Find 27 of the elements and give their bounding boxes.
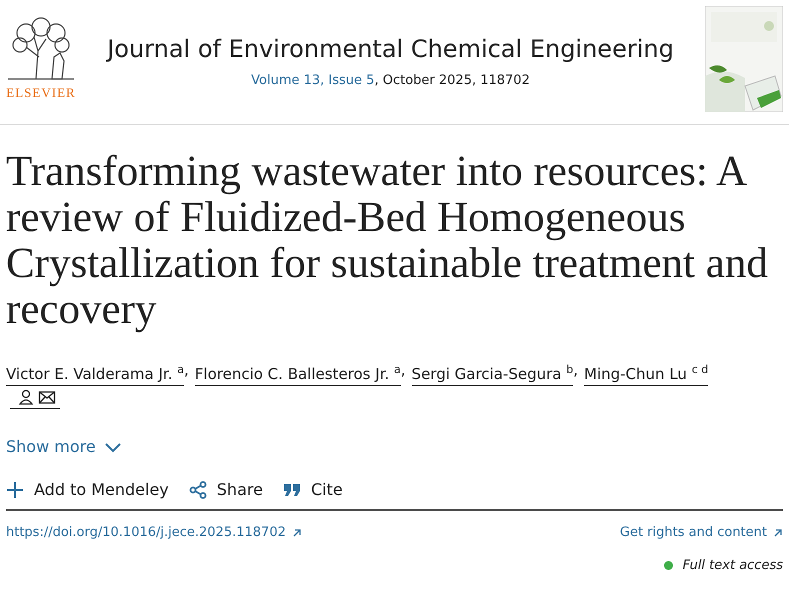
rights-link[interactable]: Get rights and content — [620, 525, 783, 540]
issue-link[interactable]: Volume 13, Issue 5 — [251, 72, 374, 88]
show-more-button[interactable]: Show more — [6, 437, 122, 456]
plus-icon — [6, 480, 24, 498]
separator: , — [573, 360, 578, 381]
article-title: Transforming wastewater into resources: A review of Fluidized-Bed Homogeneous Crystallization for sustainable treatment and recovery — [6, 149, 769, 333]
author-link[interactable]: Ming-Chun Lu $^{c d}$ — [584, 359, 708, 386]
share-icon — [188, 480, 207, 498]
journal-title[interactable]: Journal of Environmental Chemical Engineering — [107, 34, 674, 62]
person-icon — [18, 389, 34, 405]
action-button[interactable]: Share — [188, 480, 263, 499]
access-label: Full text access — [682, 558, 783, 573]
action-button[interactable]: Cite — [282, 480, 343, 499]
chevron-down-icon — [104, 440, 122, 452]
publisher-name: ELSEVIER — [6, 85, 76, 101]
doi-link[interactable]: https://doi.org/10.1016/j.jece.2025.118702 — [6, 525, 302, 540]
author-link[interactable]: Victor E. Valderama Jr. $^{a}$ — [6, 359, 184, 386]
action-button[interactable]: Add to Mendeley — [6, 480, 169, 499]
external-link-icon — [292, 528, 302, 538]
tree-drawing — [6, 17, 76, 81]
mail-icon — [38, 389, 56, 405]
separator: , — [184, 360, 189, 381]
author-link[interactable]: Florencio C. Ballesteros Jr. $^{a}$ — [194, 359, 401, 386]
external-link-icon — [773, 528, 783, 538]
author-link[interactable]: Sergi Garcia-Segura $^{b}$ — [412, 359, 574, 386]
separator: , — [400, 360, 406, 381]
issue-details: , October 2025, 118702 — [374, 72, 530, 88]
